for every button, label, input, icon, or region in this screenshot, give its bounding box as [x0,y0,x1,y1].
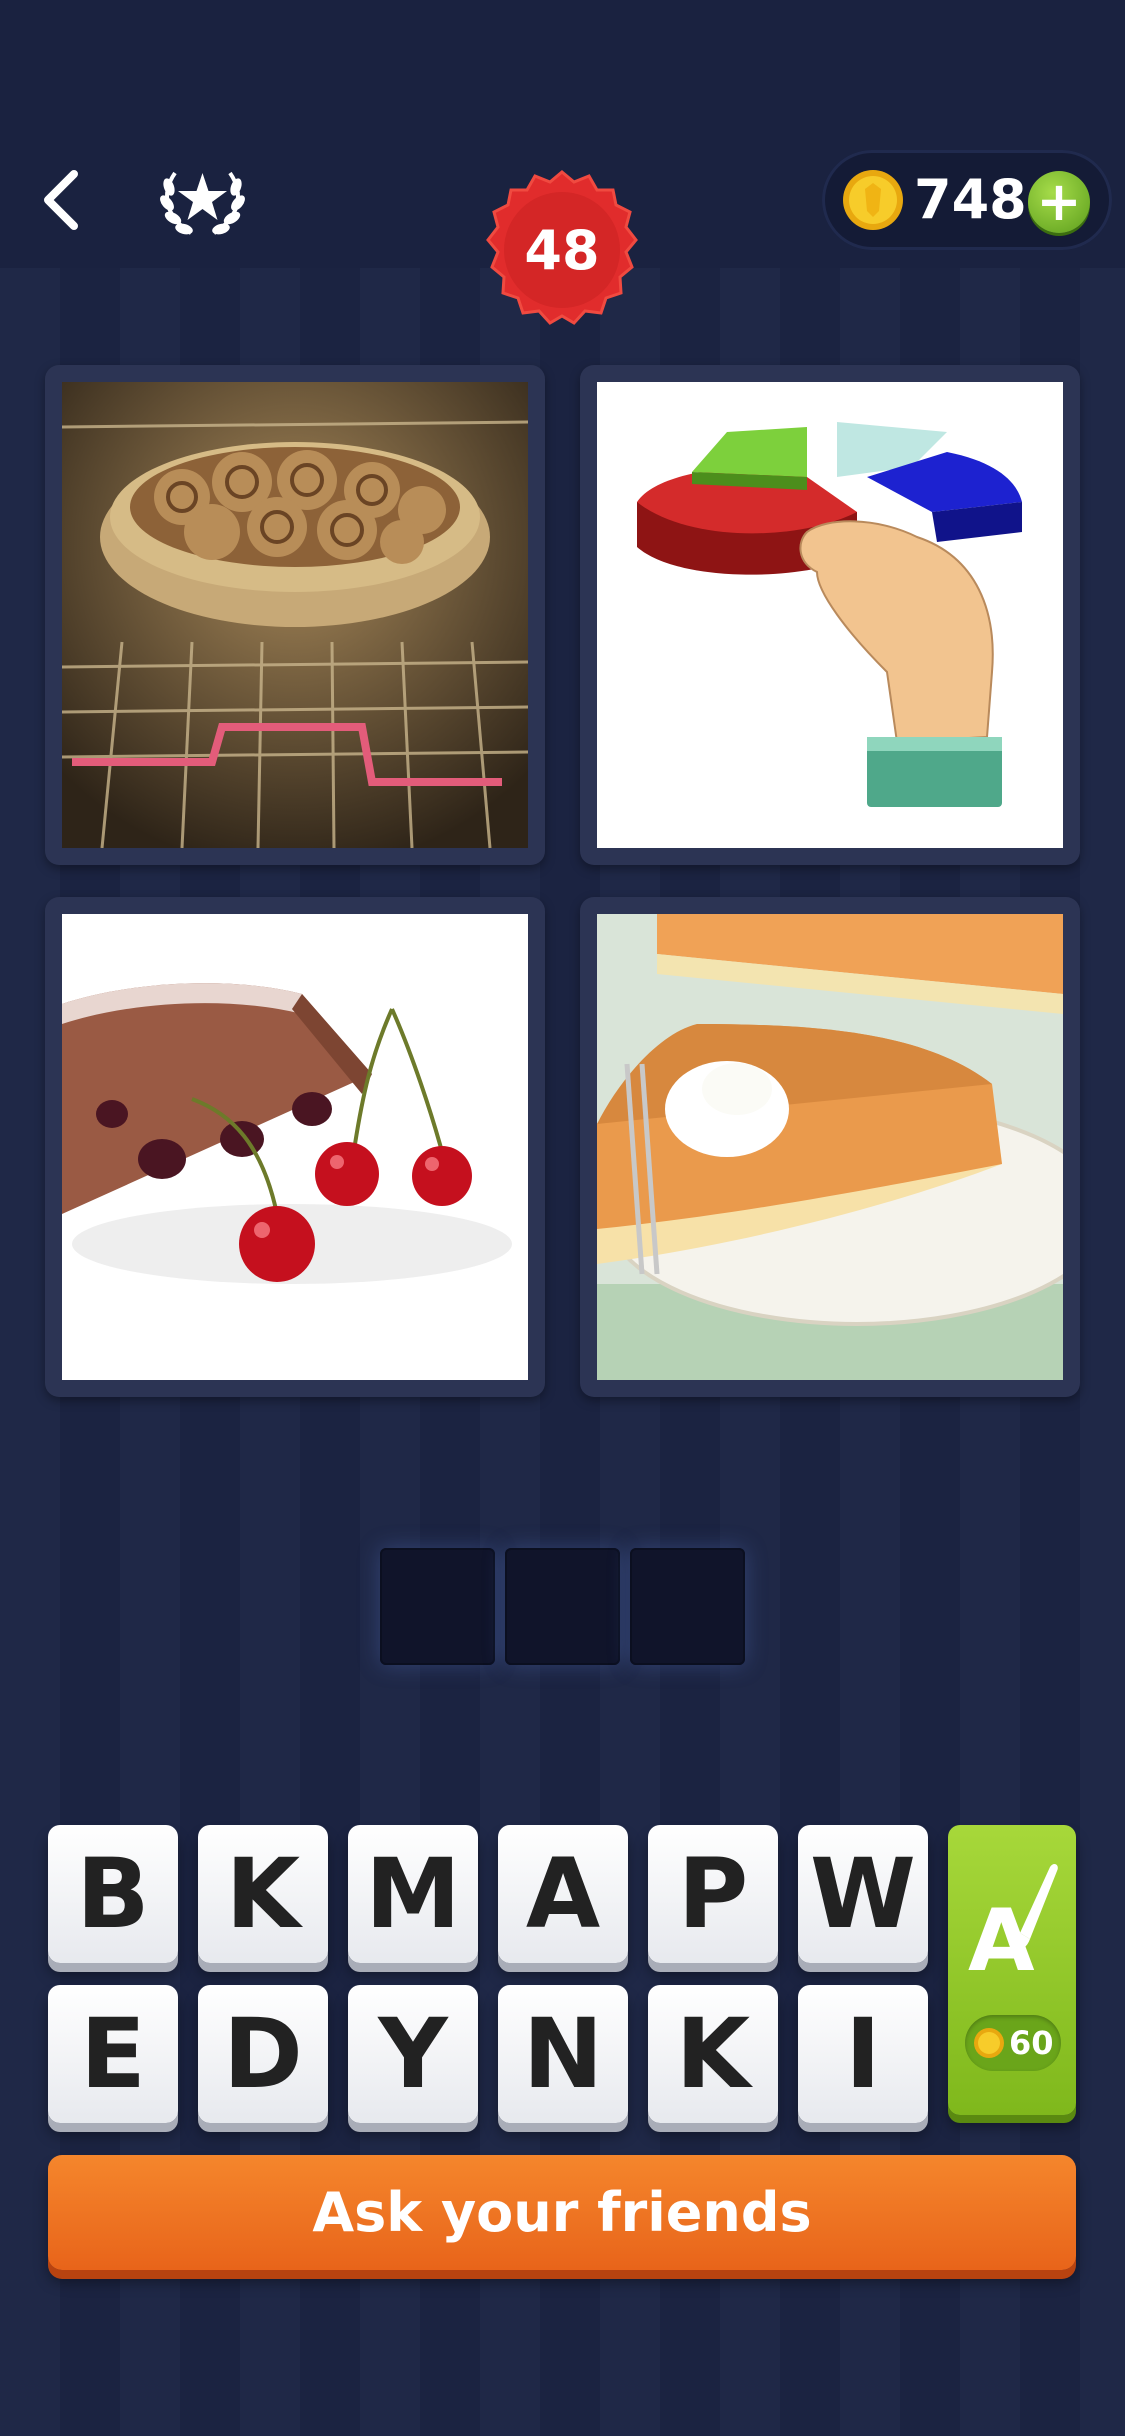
letter-key-12[interactable]: I [798,1985,928,2123]
ask-your-friends-button[interactable]: Ask your friends [48,2155,1076,2270]
puzzle-image-1[interactable] [45,365,545,865]
coin-icon [843,170,903,230]
level-number: 48 [524,218,600,282]
pumpkin-pie-image [597,914,1063,1380]
hint-price-tag: 60 [965,2015,1061,2071]
achievements-button[interactable] [155,155,250,245]
hint-price: 60 [1009,2024,1054,2062]
coin-balance: 748 + [822,150,1112,250]
puzzle-image-3[interactable] [45,897,545,1397]
letter-key-7[interactable]: E [48,1985,178,2123]
puzzle-image-2[interactable] [580,365,1080,865]
puzzle-image-4[interactable] [580,897,1080,1397]
answer-slot-1[interactable] [380,1548,495,1665]
letter-key-6[interactable]: W [798,1825,928,1963]
letter-key-5[interactable]: P [648,1825,778,1963]
chevron-left-icon [44,170,78,230]
letter-key-8[interactable]: D [198,1985,328,2123]
coin-count: 748 [914,168,1027,231]
letter-a-brush-icon: A [968,1864,1058,1985]
answer-slot-3[interactable] [630,1548,745,1665]
letter-key-4[interactable]: A [498,1825,628,1963]
level-badge: 48 [470,168,654,352]
letter-key-1[interactable]: B [48,1825,178,1963]
coin-icon [974,2028,1004,2058]
laurel-star-icon [160,171,245,235]
answer-slot-2[interactable] [505,1548,620,1665]
pie-chart-hand-image [597,382,1063,848]
back-button[interactable] [30,160,90,240]
letter-key-9[interactable]: Y [348,1985,478,2123]
letter-key-10[interactable]: N [498,1985,628,2123]
cinnamon-rolls-oven-image [62,382,528,848]
add-coins-button[interactable]: + [1028,171,1090,233]
cherry-cake-image [62,914,528,1380]
reveal-letter-hint-button[interactable]: A 60 [948,1825,1076,2115]
letter-key-11[interactable]: K [648,1985,778,2123]
letter-key-2[interactable]: K [198,1825,328,1963]
letter-key-3[interactable]: M [348,1825,478,1963]
